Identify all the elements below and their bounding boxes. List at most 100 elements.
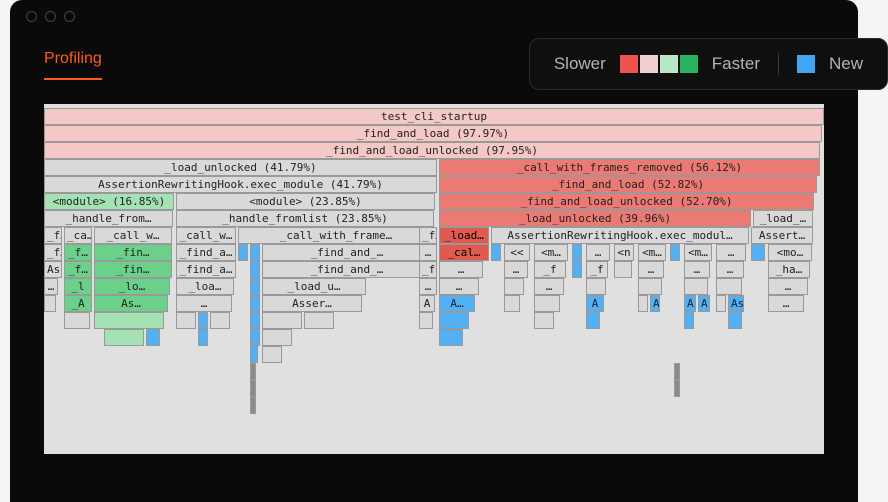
flame-frame[interactable]: A… xyxy=(439,295,475,312)
flame-frame[interactable]: <m… xyxy=(638,244,666,261)
flame-frame[interactable] xyxy=(670,244,680,261)
flame-frame[interactable] xyxy=(504,295,520,312)
flame-frame[interactable] xyxy=(419,312,433,329)
flame-frame[interactable]: A xyxy=(419,295,435,312)
traffic-light-min[interactable] xyxy=(45,11,56,22)
flame-frame[interactable]: … xyxy=(419,244,437,261)
flame-frame[interactable]: … xyxy=(44,278,58,295)
flame-frame[interactable]: … xyxy=(176,295,232,312)
flame-frame[interactable] xyxy=(94,312,164,329)
flame-frame[interactable] xyxy=(262,329,292,346)
flame-frame[interactable]: As xyxy=(44,261,62,278)
flame-frame[interactable] xyxy=(586,278,606,295)
traffic-light-max[interactable] xyxy=(64,11,75,22)
flame-frame[interactable]: _call_with_frames_removed (56.12%) xyxy=(439,159,820,176)
flame-frame[interactable] xyxy=(250,329,260,346)
flame-frame[interactable]: _A xyxy=(64,295,92,312)
flame-frame[interactable] xyxy=(572,261,582,278)
flame-frame[interactable] xyxy=(534,312,554,329)
flame-frame[interactable] xyxy=(439,312,469,329)
flame-frame[interactable]: _load_unlocked (39.96%) xyxy=(439,210,751,227)
flame-frame[interactable]: AssertionRewritingHook.exec_module (41.7… xyxy=(44,176,437,193)
flame-frame[interactable]: _ha… xyxy=(768,261,810,278)
flame-frame[interactable]: … xyxy=(716,244,746,261)
flame-frame[interactable]: A xyxy=(650,295,660,312)
flame-frame[interactable]: _loa… xyxy=(176,278,234,295)
flame-frame[interactable]: _f… xyxy=(64,261,92,278)
flame-frame[interactable]: … xyxy=(534,278,564,295)
flame-frame[interactable]: … xyxy=(768,295,804,312)
flamegraph[interactable]: test_cli_startup_find_and_load (97.97%) _… xyxy=(44,104,824,454)
flame-frame[interactable] xyxy=(238,244,248,261)
flame-frame[interactable]: test_cli_startup xyxy=(44,108,824,125)
flame-frame[interactable]: As… xyxy=(94,295,168,312)
flame-frame[interactable]: _find_and_load_unlocked (52.70%) xyxy=(439,193,814,210)
flame-frame[interactable] xyxy=(250,295,260,312)
flame-frame[interactable] xyxy=(262,312,302,329)
flame-frame[interactable] xyxy=(674,363,680,380)
flame-frame[interactable] xyxy=(304,312,334,329)
flame-frame[interactable]: _f xyxy=(534,261,566,278)
flame-frame[interactable] xyxy=(439,329,463,346)
flame-frame[interactable] xyxy=(250,244,260,261)
flame-frame[interactable]: Asser… xyxy=(262,295,362,312)
flame-frame[interactable]: _find_and_load (97.97%) xyxy=(44,125,822,142)
flame-frame[interactable]: _f… xyxy=(64,244,92,261)
flame-frame[interactable]: … xyxy=(586,244,610,261)
flame-frame[interactable]: _f… xyxy=(44,244,62,261)
flame-frame[interactable]: _load… xyxy=(439,227,489,244)
flame-frame[interactable] xyxy=(491,244,501,261)
flame-frame[interactable]: _load_unlocked (41.79%) xyxy=(44,159,437,176)
flame-frame[interactable]: _find_and_load (52.82%) xyxy=(439,176,817,193)
tab-profiling[interactable]: Profiling xyxy=(44,50,102,80)
flame-frame[interactable] xyxy=(614,261,632,278)
flame-frame[interactable]: <module> (23.85%) xyxy=(176,193,435,210)
flame-frame[interactable] xyxy=(638,295,648,312)
flame-frame[interactable]: _call_with_frame… xyxy=(238,227,434,244)
flame-frame[interactable]: _lo… xyxy=(94,278,170,295)
flame-frame[interactable]: _find_and_… xyxy=(262,261,432,278)
flame-frame[interactable] xyxy=(638,278,662,295)
flame-frame[interactable] xyxy=(728,312,742,329)
flame-frame[interactable]: _ca… xyxy=(64,227,92,244)
flame-frame[interactable] xyxy=(250,312,260,329)
flame-frame[interactable]: A xyxy=(684,295,696,312)
flame-frame[interactable]: … xyxy=(768,278,808,295)
flame-frame[interactable]: A xyxy=(586,295,604,312)
flame-frame[interactable] xyxy=(250,261,260,278)
flame-frame[interactable] xyxy=(146,329,160,346)
flame-frame[interactable]: _cal… xyxy=(439,244,489,261)
flame-frame[interactable] xyxy=(262,346,282,363)
flame-frame[interactable]: … xyxy=(684,261,710,278)
flame-frame[interactable] xyxy=(716,295,726,312)
flame-frame[interactable]: <mo… xyxy=(768,244,812,261)
flame-frame[interactable] xyxy=(751,244,765,261)
flame-frame[interactable]: As xyxy=(728,295,744,312)
flame-frame[interactable]: … xyxy=(439,261,483,278)
flame-frame[interactable] xyxy=(210,312,230,329)
traffic-light-close[interactable] xyxy=(26,11,37,22)
flame-frame[interactable]: _f xyxy=(586,261,608,278)
flame-frame[interactable]: _find_a… xyxy=(176,244,236,261)
flame-frame[interactable]: A xyxy=(698,295,710,312)
flame-frame[interactable]: _handle_fromlist (23.85%) xyxy=(176,210,434,227)
flame-frame[interactable]: _load_u… xyxy=(262,278,366,295)
flame-frame[interactable]: _f… xyxy=(44,227,62,244)
flame-frame[interactable]: _call_w… xyxy=(176,227,236,244)
flame-frame[interactable]: <m… xyxy=(684,244,712,261)
flame-frame[interactable] xyxy=(684,278,708,295)
flame-frame[interactable] xyxy=(104,329,144,346)
flame-frame[interactable] xyxy=(250,346,258,363)
flame-frame[interactable]: … xyxy=(419,278,437,295)
flame-frame[interactable]: … xyxy=(504,261,528,278)
flame-frame[interactable]: … xyxy=(716,261,744,278)
flame-frame[interactable] xyxy=(250,363,256,380)
flame-frame[interactable] xyxy=(674,380,680,397)
flame-frame[interactable] xyxy=(586,312,600,329)
flame-frame[interactable] xyxy=(198,329,208,346)
flame-frame[interactable] xyxy=(684,312,694,329)
flame-frame[interactable] xyxy=(198,312,208,329)
flame-frame[interactable]: Assert… xyxy=(751,227,813,244)
flame-frame[interactable]: _f… xyxy=(419,227,437,244)
flame-frame[interactable]: _find_a… xyxy=(176,261,236,278)
